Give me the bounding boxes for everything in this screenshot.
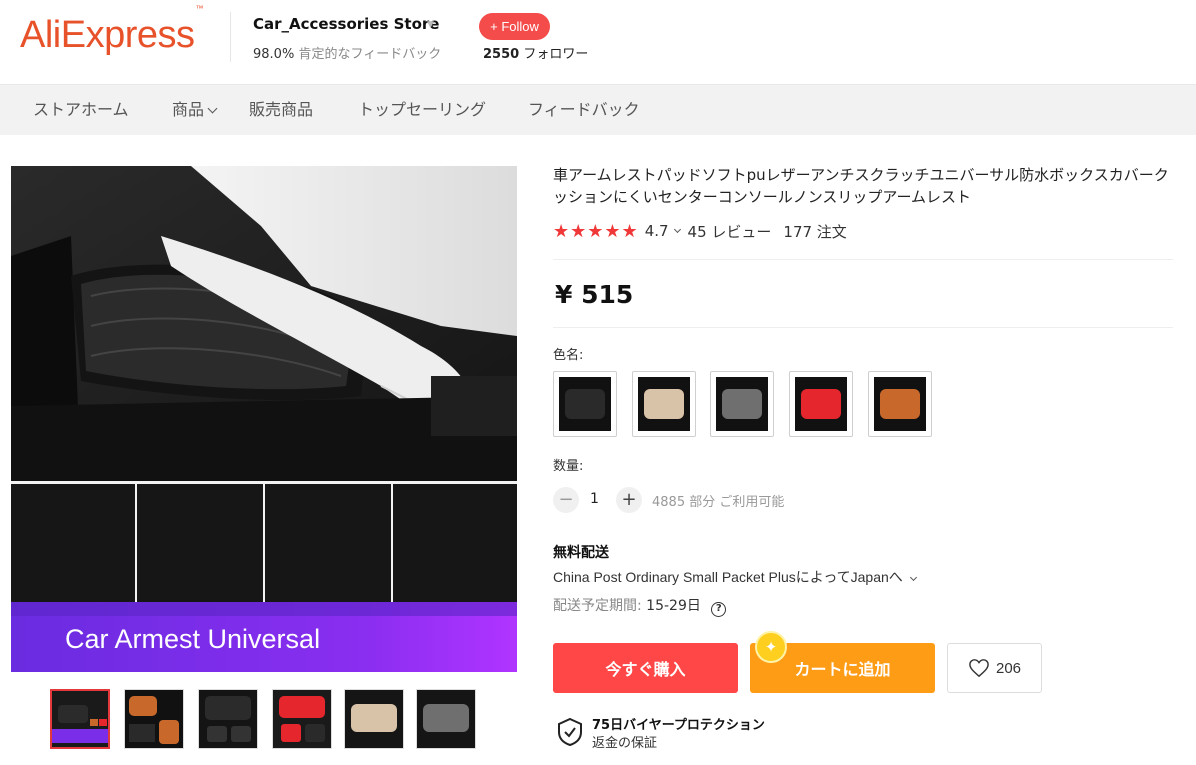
nav-products-label: 商品 (172, 100, 205, 119)
quantity-increase-button[interactable]: + (616, 487, 642, 513)
color-label: 色名: (553, 348, 584, 363)
thumbnail-4[interactable] (272, 689, 332, 749)
thumbnail-1[interactable] (50, 689, 110, 749)
nav-store-home[interactable]: ストアホーム (33, 85, 129, 136)
positive-percentage: 98.0% (253, 47, 295, 62)
quantity-decrease-button[interactable]: − (553, 487, 579, 513)
star-rating-icon: ★★★★★ (553, 220, 639, 242)
stock-available: 4885 部分 ご利用可能 (652, 495, 785, 510)
order-count: 177 注文 (783, 222, 847, 241)
heart-icon (969, 659, 989, 678)
color-swatch-beige[interactable] (632, 371, 696, 437)
product-price: ¥ 515 (555, 280, 634, 309)
color-swatch-red[interactable] (789, 371, 853, 437)
swatch-color (801, 389, 841, 419)
swatch-color (880, 389, 920, 419)
thumbnail-5[interactable] (344, 689, 404, 749)
swatch-color (722, 389, 762, 419)
chevron-down-icon (207, 103, 218, 114)
delivery-estimate: 配送予定期間: 15-29日 ? (553, 595, 727, 617)
followers-label: フォロワー (523, 47, 589, 62)
shipping-method[interactable]: China Post Ordinary Small Packet Plusによっ… (553, 567, 924, 587)
store-name[interactable]: Car_Accessories Store (253, 15, 439, 33)
followers-count: 2550 フォロワー (483, 43, 588, 62)
eta-label: 配送予定期間: (553, 598, 642, 614)
color-swatch-black[interactable] (553, 371, 617, 437)
swatch-color (644, 389, 684, 419)
swatch-color (565, 389, 605, 419)
nav-feedback[interactable]: フィードバック (528, 85, 640, 136)
thumbnail-2[interactable] (124, 689, 184, 749)
positive-label: 肯定的なフィードバック (298, 47, 442, 62)
product-title: 車アームレストパッドソフトpuレザーアンチスクラッチユニバーサル防水ボックスカバ… (553, 166, 1169, 206)
chevron-down-icon (909, 573, 917, 582)
aliexpress-logo[interactable]: AliExpress™ (20, 4, 203, 57)
review-count[interactable]: 45 レビュー (688, 221, 772, 242)
buyer-protection-subtitle: 返金の保証 (592, 736, 658, 751)
store-header: AliExpress™ Car_Accessories Store ▼ 98.0… (0, 0, 1196, 84)
wishlist-button[interactable]: 206 (947, 643, 1042, 693)
chevron-down-icon[interactable] (673, 225, 681, 233)
shipping-title: 無料配送 (553, 545, 609, 561)
shipping-method-text: China Post Ordinary Small Packet Plusによっ… (553, 569, 903, 585)
chevron-down-icon[interactable]: ▼ (427, 20, 434, 30)
nav-products[interactable]: 商品 (172, 85, 218, 136)
quantity-label: 数量: (553, 459, 584, 474)
quantity-input[interactable]: 1 (590, 491, 599, 507)
color-swatch-gray[interactable] (710, 371, 774, 437)
header-divider (230, 12, 231, 62)
buyer-protection-title[interactable]: 75日バイヤープロテクション (592, 714, 765, 733)
product-photo: Car Armest Universal (11, 166, 517, 672)
wishlist-count: 206 (995, 659, 1022, 677)
store-nav: ストアホーム 商品 販売商品 トップセーリング フィードバック (0, 84, 1196, 135)
divider (553, 259, 1173, 260)
eta-value: 15-29日 (646, 598, 701, 614)
followers-number: 2550 (483, 47, 520, 62)
rating-row: ★★★★★ 4.7 45 レビュー 177 注文 (553, 220, 847, 242)
rating-value[interactable]: 4.7 (645, 222, 669, 240)
banner-text: Car Armest Universal (65, 624, 320, 654)
store-positive-feedback: 98.0% 肯定的なフィードバック (253, 43, 441, 62)
divider (553, 327, 1173, 328)
nav-top-selling[interactable]: トップセーリング (358, 85, 486, 136)
sparkle-icon: ✦ (755, 631, 787, 663)
thumbnail-6[interactable] (416, 689, 476, 749)
color-swatch-brown[interactable] (868, 371, 932, 437)
thumbnail-3[interactable] (198, 689, 258, 749)
follow-button[interactable]: + Follow (479, 13, 550, 40)
shield-check-icon (558, 717, 582, 747)
buy-now-button[interactable]: 今すぐ購入 (553, 643, 738, 693)
nav-on-sale[interactable]: 販売商品 (249, 85, 313, 136)
product-main-image[interactable]: Car Armest Universal (11, 166, 517, 672)
help-icon[interactable]: ? (711, 602, 727, 617)
